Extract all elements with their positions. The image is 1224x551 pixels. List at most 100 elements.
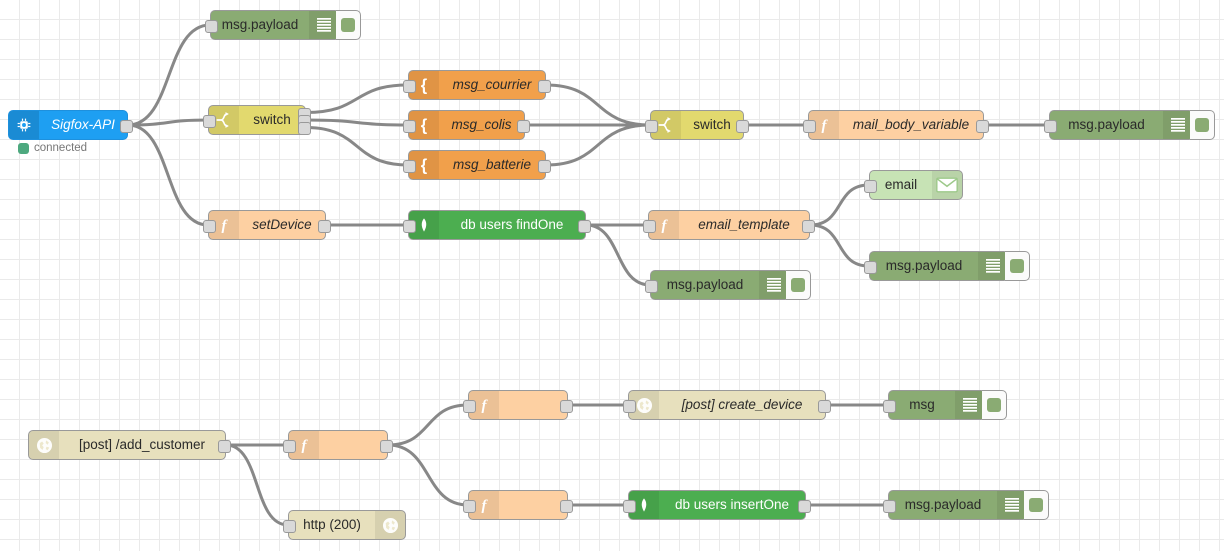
node-msg-batterie[interactable]: { msg_batterie [403,150,551,180]
input-port[interactable] [403,79,416,93]
output-port-3[interactable] [298,121,311,135]
node-label: email [884,177,918,193]
input-port[interactable] [645,279,658,293]
node-switch-2[interactable]: switch [645,110,749,140]
input-port[interactable] [283,519,296,533]
debug-toggle-button[interactable] [336,10,361,40]
debug-toggle-button[interactable] [1190,110,1215,140]
input-port[interactable] [883,399,896,413]
output-port[interactable] [818,399,831,413]
input-port[interactable] [623,399,636,413]
flow-canvas[interactable]: Sigfox-API msg.payload switch {msg_courrier… [0,0,1224,551]
wire-sigfox-api-to-debug-top[interactable] [126,23,212,127]
wire-msg-batterie-to-switch-2[interactable] [544,123,652,167]
node-sigfox-api[interactable]: Sigfox-API [8,110,133,140]
output-port[interactable] [560,499,573,513]
output-port[interactable] [218,439,231,453]
input-port[interactable] [283,439,296,453]
output-port[interactable] [318,219,331,233]
node-debug-top[interactable]: msg.payload [205,10,361,40]
input-port[interactable] [643,219,656,233]
output-port[interactable] [798,499,811,513]
node-label: msg [909,397,935,413]
node-label: msg_batterie [452,157,532,173]
node-label: [post] create_device [681,397,803,413]
node-http-create-device[interactable]: [post] create_device [623,390,831,420]
globe-icon [29,431,59,459]
node-func-split[interactable]: f [283,430,393,460]
wire-switch-1-to-msg-colis[interactable] [304,118,410,127]
svg-text:f: f [222,218,229,234]
input-port[interactable] [864,179,877,193]
node-debug-insert[interactable]: msg.payload [883,490,1049,520]
svg-text:f: f [482,498,489,514]
node-debug-msg[interactable]: msg [883,390,1007,420]
lines-icon [997,491,1027,519]
input-port[interactable] [403,159,416,173]
node-status-sigfox-api: connected [18,142,87,154]
wire-switch-1-to-msg-batterie[interactable] [304,126,410,167]
input-port[interactable] [203,219,216,233]
output-port[interactable] [578,219,591,233]
wire-email-template-to-debug-email[interactable] [808,223,871,268]
debug-toggle-button[interactable] [982,390,1007,420]
output-port[interactable] [517,119,530,133]
input-port[interactable] [645,119,658,133]
node-debug-mail[interactable]: msg.payload [1044,110,1215,140]
wire-msg-courrier-to-switch-2[interactable] [544,83,652,127]
node-debug-email[interactable]: msg.payload [864,251,1030,281]
input-port[interactable] [623,499,636,513]
node-debug-findone[interactable]: msg.payload [645,270,811,300]
input-port[interactable] [403,219,416,233]
node-msg-colis[interactable]: {msg_colis [403,110,530,140]
input-port[interactable] [463,399,476,413]
node-set-device[interactable]: f setDevice [203,210,331,240]
output-port[interactable] [538,159,551,173]
output-port[interactable] [560,399,573,413]
input-port[interactable] [1044,119,1057,133]
node-http-200[interactable]: http (200) [283,510,406,540]
node-db-users-findone[interactable]: db users findOne [403,210,591,240]
output-port[interactable] [538,79,551,93]
node-func-insert[interactable]: f [463,490,573,520]
wire-func-split-to-func-insert[interactable] [386,443,470,507]
input-port[interactable] [203,114,216,128]
debug-toggle-button[interactable] [786,270,811,300]
output-port[interactable] [120,119,133,133]
status-text: connected [34,142,88,154]
node-email-template[interactable]: f email_template [643,210,815,240]
output-port[interactable] [802,219,815,233]
node-email-node[interactable]: email [864,170,963,200]
node-label: Sigfox-API [51,117,115,133]
node-label: http (200) [303,517,361,533]
svg-text:{: { [421,156,428,174]
wire-sigfox-api-to-switch-1[interactable] [126,118,210,127]
node-func-create-device[interactable]: f [463,390,573,420]
node-label: msg.payload [1068,117,1145,133]
wire-email-template-to-email-node[interactable] [808,183,871,227]
debug-toggle-button[interactable] [1024,490,1049,520]
svg-text:{: { [421,116,428,134]
wire-db-users-findone-to-debug-findone[interactable] [584,223,652,287]
input-port[interactable] [205,19,218,33]
input-port[interactable] [864,260,877,274]
node-http-add-customer[interactable]: [post] /add_customer [28,430,231,460]
output-port[interactable] [380,439,393,453]
wire-func-split-to-func-create-device[interactable] [386,403,470,447]
wire-layer [126,23,1051,527]
wire-sigfox-api-to-set-device[interactable] [126,123,210,227]
output-port[interactable] [976,119,989,133]
wire-switch-1-to-msg-courrier[interactable] [304,83,410,114]
node-db-users-insertone[interactable]: db users insertOne [623,490,811,520]
output-port[interactable] [736,119,749,133]
input-port[interactable] [403,119,416,133]
node-mail-body-variable[interactable]: f mail_body_variable [803,110,989,140]
wire-http-add-customer-to-http-200[interactable] [224,443,290,527]
debug-toggle-button[interactable] [1005,251,1030,281]
node-label: msg_courrier [452,77,532,93]
input-port[interactable] [463,499,476,513]
node-msg-courrier[interactable]: {msg_courrier [403,70,551,100]
node-switch-1[interactable]: switch [203,105,311,135]
input-port[interactable] [883,499,896,513]
input-port[interactable] [803,119,816,133]
